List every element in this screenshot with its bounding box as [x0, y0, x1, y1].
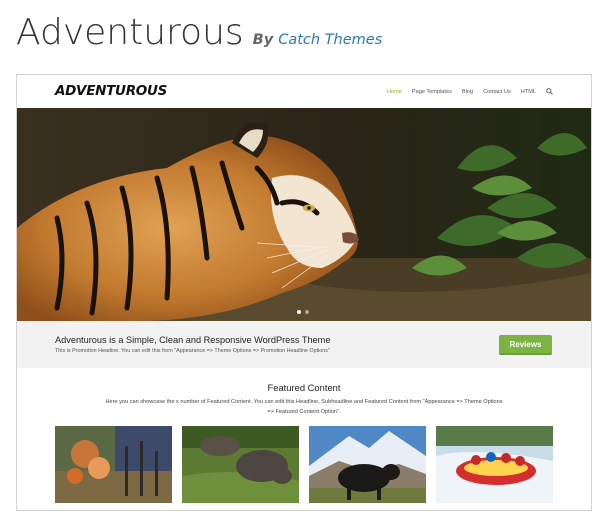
slider-dot[interactable] — [297, 310, 301, 314]
page-heading: Adventurous By Catch Themes — [16, 12, 382, 53]
featured-item[interactable] — [436, 426, 553, 503]
promotion-headline: Adventurous is a Simple, Clean and Respo… — [17, 321, 591, 368]
page-title: Adventurous — [16, 12, 244, 53]
site-logo[interactable]: ADVENTUROUS — [55, 83, 167, 99]
featured-item[interactable] — [55, 426, 172, 503]
site-header: ADVENTUROUS Home Page Templates Blog Con… — [17, 75, 591, 108]
reviews-button[interactable]: Reviews — [499, 335, 552, 355]
nav-item-page-templates[interactable]: Page Templates — [412, 89, 452, 95]
featured-description: Here you can showcase the x number of Fe… — [105, 399, 503, 415]
promo-subheadline: This is Promotion Headine. You can edit … — [55, 348, 330, 354]
nav-item-blog[interactable]: Blog — [462, 89, 473, 95]
featured-item[interactable] — [309, 426, 426, 503]
hero-slider[interactable] — [17, 108, 591, 321]
search-icon[interactable] — [546, 88, 553, 95]
nav-item-html[interactable]: HTML — [521, 89, 536, 95]
by-label: By — [252, 32, 274, 48]
featured-content: Featured Content Here you can showcase t… — [17, 368, 591, 510]
nav-item-contact-us[interactable]: Contact Us — [483, 89, 511, 95]
featured-image — [55, 426, 172, 503]
featured-thumbnails — [55, 426, 553, 503]
byline: By Catch Themes — [253, 32, 383, 48]
featured-image — [436, 426, 553, 503]
featured-title: Featured Content — [267, 382, 341, 393]
slider-pagination — [297, 310, 309, 314]
theme-preview: ADVENTUROUS Home Page Templates Blog Con… — [16, 74, 592, 511]
main-nav: Home Page Templates Blog Contact Us HTML — [387, 88, 553, 95]
promo-headline: Adventurous is a Simple, Clean and Respo… — [55, 335, 331, 345]
featured-image — [182, 426, 299, 503]
tiger-image — [17, 108, 591, 321]
slider-dot[interactable] — [305, 310, 309, 314]
featured-image — [309, 426, 426, 503]
author-link[interactable]: Catch Themes — [278, 32, 382, 48]
featured-item[interactable] — [182, 426, 299, 503]
nav-item-home[interactable]: Home — [387, 89, 402, 95]
